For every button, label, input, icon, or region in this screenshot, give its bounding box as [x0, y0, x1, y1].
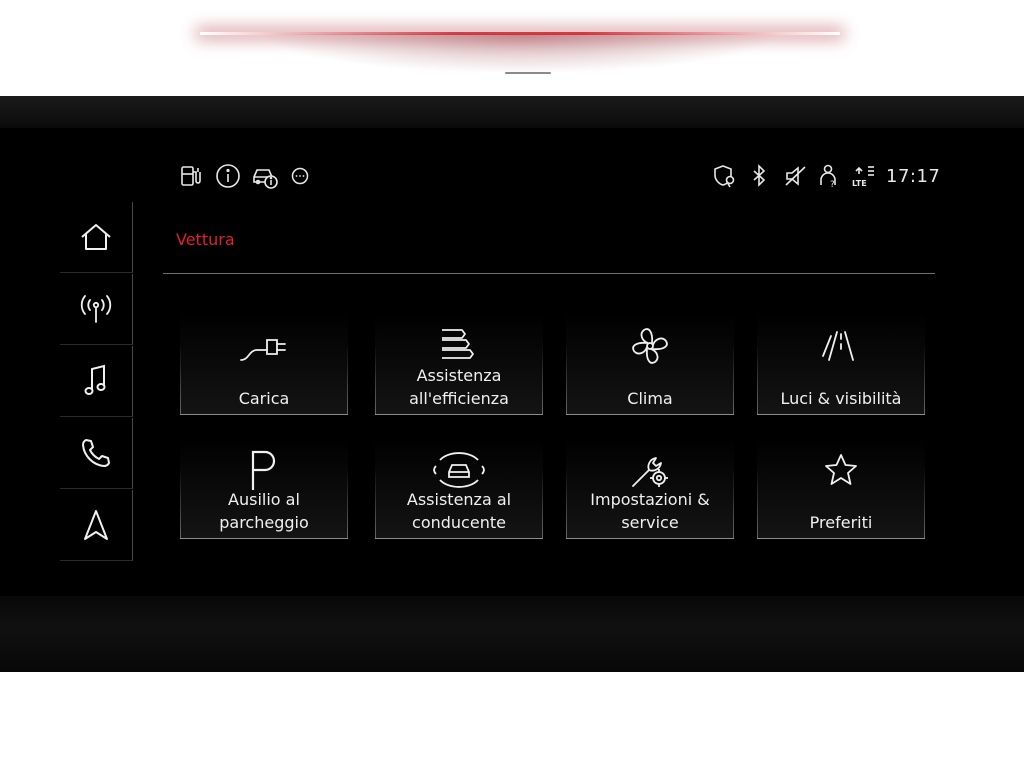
music-icon [84, 364, 106, 395]
tile-preferiti[interactable]: Preferiti [757, 436, 925, 539]
more-icon[interactable] [290, 166, 310, 194]
info-icon[interactable] [215, 163, 241, 191]
phone-icon [82, 439, 110, 467]
mute-icon[interactable] [784, 163, 808, 191]
tile-label: Assistenza all'efficienza [409, 366, 509, 408]
shield-location-icon[interactable] [712, 163, 738, 191]
sidebar-item-home[interactable] [60, 202, 133, 273]
tile-assistenza-efficienza[interactable]: Assistenza all'efficienza [375, 312, 543, 415]
pull-down-handle[interactable] [505, 72, 551, 74]
star-icon [757, 448, 925, 492]
title-divider [163, 273, 935, 274]
navigation-icon [84, 510, 108, 540]
bluetooth-icon[interactable] [750, 163, 768, 191]
tile-label: Clima [627, 389, 673, 408]
tile-label: Impostazioni & service [590, 490, 710, 532]
fan-icon [566, 324, 734, 368]
tile-label: Preferiti [809, 513, 873, 532]
clock: 17:17 [886, 166, 941, 187]
lte-signal-icon: LTE [852, 163, 878, 191]
driver-assist-icon [375, 448, 543, 492]
tile-ausilio-parcheggio[interactable]: Ausilio al parcheggio [180, 436, 348, 539]
lights-visibility-icon [757, 324, 925, 368]
sidebar-item-radio[interactable] [60, 274, 133, 345]
settings-wrench-icon [566, 448, 734, 492]
efficiency-bars-icon [375, 324, 543, 368]
home-icon [81, 224, 111, 250]
person-help-icon[interactable]: ? [818, 163, 842, 191]
svg-text:LTE: LTE [852, 179, 867, 188]
tile-carica[interactable]: Carica [180, 312, 348, 415]
sidebar-item-music[interactable] [60, 346, 133, 417]
tile-luci-visibilita[interactable]: Luci & visibilità [757, 312, 925, 415]
sidebar [60, 202, 133, 562]
charging-plug-icon [180, 324, 348, 368]
tile-label: Assistenza al conducente [406, 490, 512, 532]
tile-label: Ausilio al parcheggio [219, 490, 309, 532]
car-info-icon[interactable] [251, 163, 279, 191]
tile-label: Carica [238, 389, 290, 408]
parking-icon [180, 448, 348, 492]
radio-icon [80, 295, 112, 323]
svg-text:?: ? [830, 180, 835, 190]
tile-clima[interactable]: Clima [566, 312, 734, 415]
ev-charge-station-icon[interactable] [180, 163, 204, 191]
bezel-top [0, 96, 1024, 126]
red-ambient-glow [260, 34, 780, 74]
bezel-bottom [0, 596, 1024, 672]
tile-assistenza-conducente[interactable]: Assistenza al conducente [375, 436, 543, 539]
page-title: Vettura [176, 230, 235, 249]
tile-label: Luci & visibilità [780, 389, 902, 408]
sidebar-item-phone[interactable] [60, 418, 133, 489]
red-accent-line [200, 32, 840, 35]
sidebar-item-navigation[interactable] [60, 490, 133, 561]
tile-impostazioni-service[interactable]: Impostazioni & service [566, 436, 734, 539]
